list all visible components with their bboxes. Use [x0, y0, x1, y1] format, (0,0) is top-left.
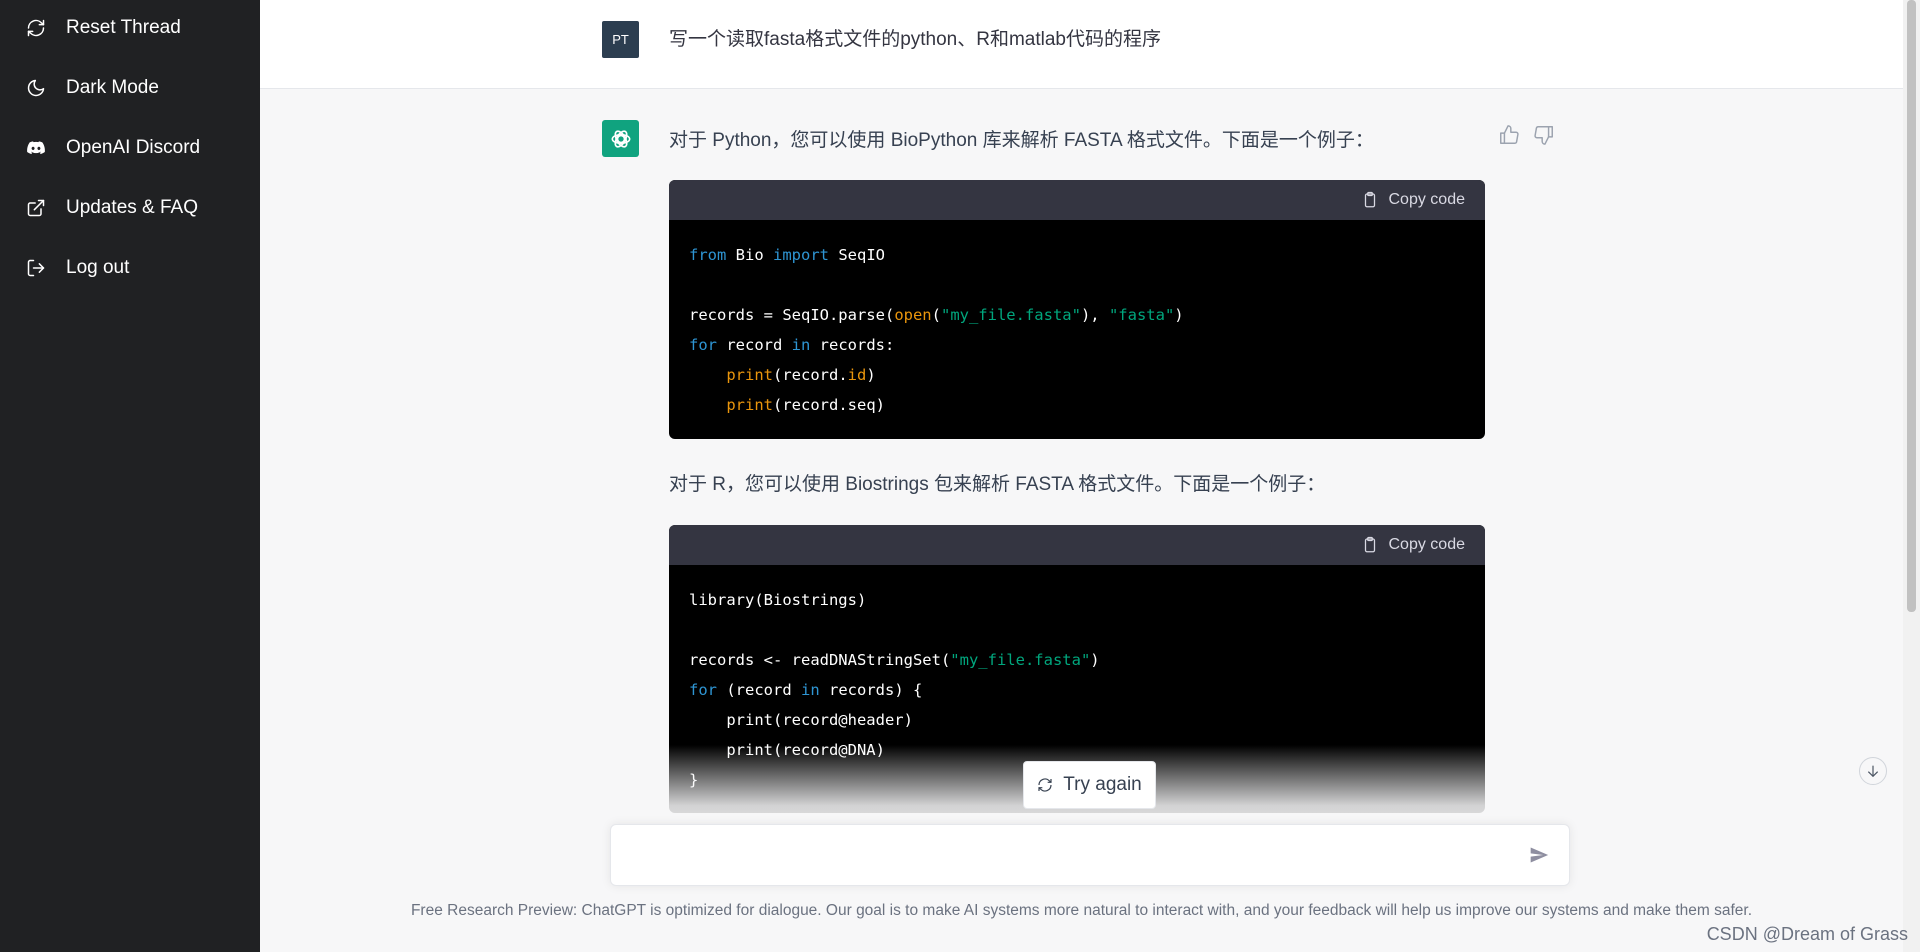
sidebar-item-label: Updates & FAQ: [66, 197, 199, 218]
assistant-text-r-intro: 对于 R，您可以使用 Biostrings 包来解析 FASTA 格式文件。下面…: [669, 474, 1326, 495]
code-block-python: Copy code from Bio import SeqIO records …: [669, 180, 1485, 439]
scroll-to-bottom-button[interactable]: [1859, 757, 1887, 785]
code-line: records = SeqIO.parse(open("my_file.fast…: [689, 306, 1184, 324]
code-line: print(record.seq): [726, 396, 885, 414]
send-button[interactable]: [1529, 845, 1551, 867]
send-icon: [1530, 847, 1549, 863]
thumbs-up-icon[interactable]: [1498, 124, 1520, 146]
try-again-label: Try again: [1063, 774, 1142, 795]
clipboard-icon: [1364, 536, 1375, 553]
openai-logo-icon: [611, 129, 630, 148]
discord-icon: [26, 138, 46, 158]
user-avatar: PT: [602, 21, 639, 58]
moon-icon: [26, 78, 46, 98]
scrollbar-thumb[interactable]: [1907, 0, 1916, 612]
chat-main: PT 写一个读取fasta格式文件的python、R和matlab代码的程序 对…: [260, 0, 1920, 952]
message-input[interactable]: [625, 841, 1505, 871]
assistant-avatar: [602, 120, 639, 157]
code-line: from Bio import SeqIO: [689, 246, 885, 264]
watermark: CSDN @Dream of Grass: [1706, 924, 1908, 944]
sidebar-item-dark-mode[interactable]: Dark Mode: [0, 64, 260, 112]
sidebar-item-log-out[interactable]: Log out: [0, 244, 260, 292]
clipboard-icon: [1364, 191, 1375, 208]
sidebar-item-updates-faq[interactable]: Updates & FAQ: [0, 184, 260, 232]
sidebar-item-reset-thread[interactable]: Reset Thread: [0, 4, 260, 52]
copy-code-button[interactable]: Copy code: [669, 180, 1485, 220]
scrollbar[interactable]: [1903, 0, 1920, 952]
refresh-icon: [26, 18, 46, 38]
logout-icon: [26, 258, 46, 278]
sidebar-item-label: Reset Thread: [66, 17, 181, 38]
arrow-down-icon: [1867, 765, 1879, 778]
message-input-box: [610, 824, 1570, 886]
assistant-text-python-intro: 对于 Python，您可以使用 BioPython 库来解析 FASTA 格式文…: [669, 130, 1374, 151]
code-line: print(record@header): [689, 711, 913, 729]
code-line: print(record.id): [726, 366, 876, 384]
code-line: library(Biostrings): [689, 591, 867, 609]
sidebar-item-label: Log out: [66, 257, 130, 278]
footer-disclaimer: Free Research Preview: ChatGPT is optimi…: [410, 902, 1753, 919]
code-line: for (record in records) {: [689, 681, 923, 699]
sidebar-item-openai-discord[interactable]: OpenAI Discord: [0, 124, 260, 172]
sidebar: Reset Thread Dark Mode OpenAI Discord Up…: [0, 0, 260, 952]
code-line: records <- readDNAStringSet("my_file.fas…: [689, 651, 1100, 669]
thumbs-down-icon[interactable]: [1533, 124, 1555, 146]
user-message-text: 写一个读取fasta格式文件的python、R和matlab代码的程序: [669, 29, 1161, 50]
copy-code-button[interactable]: Copy code: [669, 525, 1485, 565]
refresh-icon: [1038, 778, 1052, 792]
external-link-icon: [26, 198, 46, 218]
code-content: from Bio import SeqIO records = SeqIO.pa…: [669, 220, 1485, 439]
sidebar-item-label: OpenAI Discord: [66, 137, 201, 158]
try-again-button[interactable]: Try again: [1023, 761, 1156, 809]
sidebar-item-label: Dark Mode: [66, 77, 159, 98]
user-message-row: PT 写一个读取fasta格式文件的python、R和matlab代码的程序: [260, 0, 1903, 89]
copy-code-label: Copy code: [1388, 191, 1466, 208]
code-line: for record in records:: [689, 336, 895, 354]
copy-code-label: Copy code: [1388, 536, 1466, 553]
